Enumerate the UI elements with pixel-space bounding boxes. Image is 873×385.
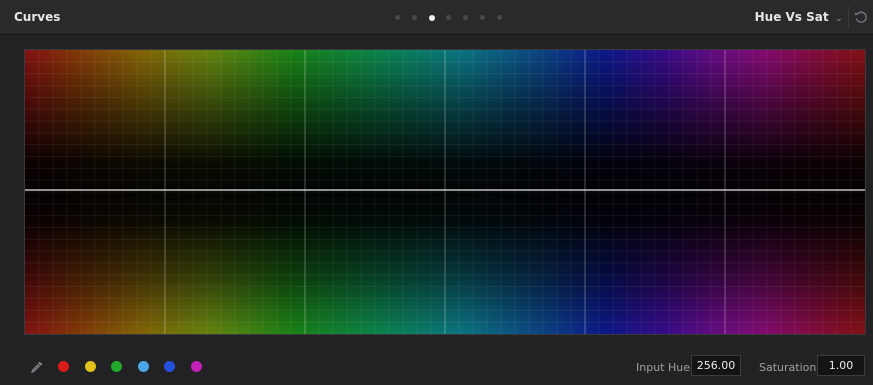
swatch-red[interactable] [58,361,69,372]
panel-title: Curves [14,10,61,24]
input-hue-label: Input Hue [636,361,690,374]
panel-footer: Input Hue Saturation [0,345,873,385]
eyedropper-button[interactable] [30,359,44,373]
swatch-blue[interactable] [164,361,175,372]
swatch-magenta[interactable] [190,361,202,372]
header-divider [848,6,849,28]
page-dot[interactable] [429,14,435,21]
page-dot[interactable] [480,15,485,20]
curves-panel: Curves Hue Vs Sat⌄ Input Hue Saturat [0,0,873,385]
page-dot[interactable] [412,15,417,20]
chevron-down-icon: ⌄ [834,13,843,24]
reset-button[interactable] [853,9,869,25]
eyedropper-icon [31,361,43,373]
swatch-yellow[interactable] [84,361,96,372]
hue-vs-sat-graph[interactable] [24,49,866,335]
swatch-cyan[interactable] [137,361,149,372]
page-dot[interactable] [395,15,400,20]
panel-header: Curves Hue Vs Sat ⌄ [0,0,873,35]
input-hue-field[interactable] [691,355,741,376]
curve-mode-label: Hue Vs Sat [754,10,829,24]
page-dot[interactable] [497,15,502,20]
page-dot[interactable] [446,15,451,20]
page-dot[interactable] [463,15,468,20]
curve-grid [25,50,865,334]
reset-icon [854,11,867,23]
saturation-label: Saturation [759,361,817,374]
swatch-green[interactable] [111,361,122,372]
saturation-field[interactable] [817,355,865,376]
curve-mode-dropdown[interactable]: Hue Vs Sat ⌄ [755,10,843,24]
